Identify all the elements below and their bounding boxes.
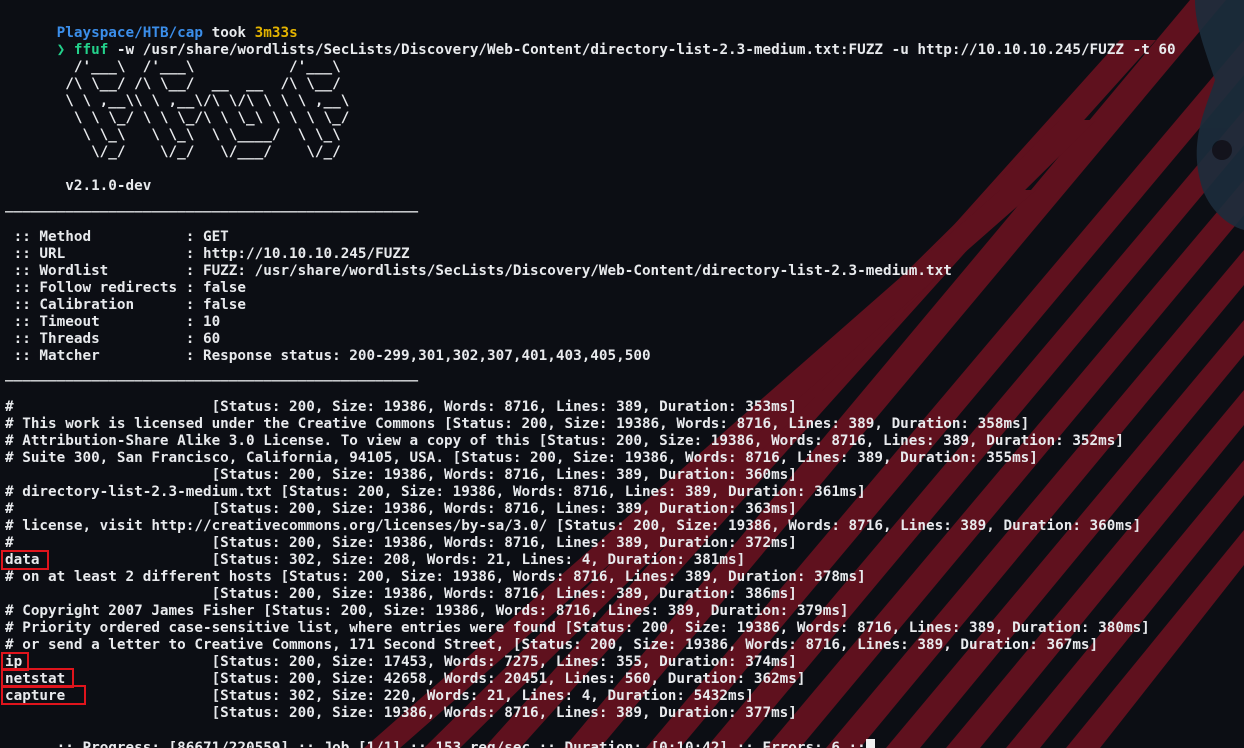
command-line: ❯ ffuf -w /usr/share/wordlists/SecLists/… — [5, 25, 1176, 58]
terminal-cursor — [865, 739, 875, 748]
config-line: :: Threads : 60 — [5, 331, 221, 347]
result-row: netstat [Status: 200, Size: 42658, Words… — [5, 671, 806, 687]
highlight-capture — [1, 685, 86, 705]
highlight-data — [1, 550, 49, 570]
banner-art-line: \ \_\ \ \_\ \ \____/ \ \_\ — [5, 127, 341, 143]
result-row: # Attribution-Share Alike 3.0 License. T… — [5, 433, 1124, 449]
result-row: # on at least 2 different hosts [Status:… — [5, 569, 866, 585]
terminal-window[interactable]: Playspace/HTB/cap took 3m33s ❯ ffuf -w /… — [0, 0, 1244, 748]
command-name: ffuf — [73, 42, 109, 58]
config-line: :: Method : GET — [5, 229, 229, 245]
result-row: [Status: 200, Size: 19386, Words: 8716, … — [5, 467, 797, 483]
result-row: [Status: 200, Size: 19386, Words: 8716, … — [5, 586, 797, 602]
banner-art-line: \ \ ,__\\ \ ,__\/\ \/\ \ \ \ ,__\ — [5, 93, 350, 109]
result-row: # license, visit http://creativecommons.… — [5, 518, 1142, 534]
result-row: # [Status: 200, Size: 19386, Words: 8716… — [5, 399, 797, 415]
command-args: -w /usr/share/wordlists/SecLists/Discove… — [108, 42, 1176, 58]
config-line: :: URL : http://10.10.10.245/FUZZ — [5, 246, 410, 262]
result-row: # Suite 300, San Francisco, California, … — [5, 450, 1038, 466]
result-row: # directory-list-2.3-medium.txt [Status:… — [5, 484, 866, 500]
result-row: capture [Status: 302, Size: 220, Words: … — [5, 688, 754, 704]
config-line: :: Calibration : false — [5, 297, 247, 313]
result-row: # [Status: 200, Size: 19386, Words: 8716… — [5, 501, 797, 517]
prompt-arrow-icon: ❯ — [56, 42, 66, 58]
banner-art-line: /'___\ /'___\ /'___\ — [5, 59, 341, 75]
prompt-line: Playspace/HTB/cap took 3m33s — [5, 8, 298, 41]
result-row: # This work is licensed under the Creati… — [5, 416, 1030, 432]
result-row: data [Status: 302, Size: 208, Words: 21,… — [5, 552, 746, 568]
banner-art-line: /\ \__/ /\ \__/ __ __ /\ \__/ — [5, 76, 341, 92]
banner-art-line: \/_/ \/_/ \/___/ \/_/ — [5, 144, 341, 160]
separator-top: ________________________________________… — [5, 197, 419, 213]
result-row: # [Status: 200, Size: 19386, Words: 8716… — [5, 535, 797, 551]
progress-line[interactable]: :: Progress: [86671/220559] :: Job [1/1]… — [5, 722, 875, 748]
result-row: # or send a letter to Creative Commons, … — [5, 637, 1099, 653]
config-line: :: Wordlist : FUZZ: /usr/share/wordlists… — [5, 263, 952, 279]
result-row: [Status: 200, Size: 19386, Words: 8716, … — [5, 705, 797, 721]
banner-art-line: \ \ \_/ \ \ \_/\ \ \_\ \ \ \ \_/ — [5, 110, 350, 126]
config-line: :: Matcher : Response status: 200-299,30… — [5, 348, 651, 364]
config-line: :: Timeout : 10 — [5, 314, 221, 330]
config-line: :: Follow redirects : false — [5, 280, 247, 296]
result-row: ip [Status: 200, Size: 17453, Words: 727… — [5, 654, 797, 670]
separator-bottom: ________________________________________… — [5, 366, 419, 382]
result-row: # Priority ordered case-sensitive list, … — [5, 620, 1150, 636]
version-label: v2.1.0-dev — [5, 178, 152, 194]
result-row: # Copyright 2007 James Fisher [Status: 2… — [5, 603, 849, 619]
progress-text: :: Progress: [86671/220559] :: Job [1/1]… — [56, 740, 866, 748]
